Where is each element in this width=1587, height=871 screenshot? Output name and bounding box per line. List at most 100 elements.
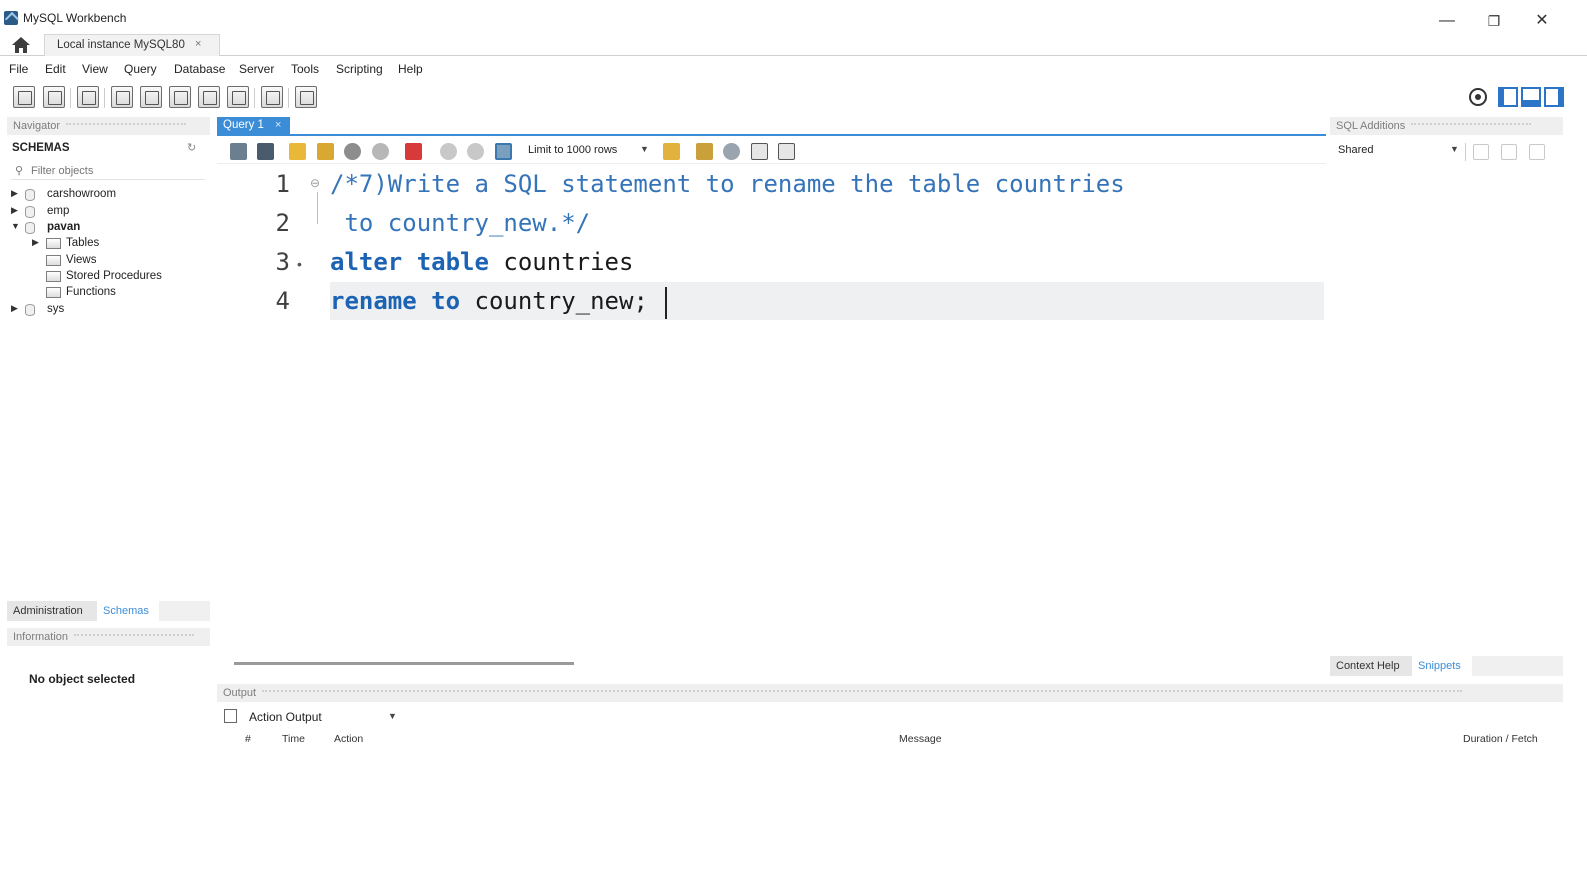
fold-guide <box>317 192 318 224</box>
refresh-icon[interactable]: ↻ <box>187 141 196 154</box>
explain-icon[interactable] <box>344 143 361 160</box>
copy-snippet-icon[interactable] <box>1529 144 1545 160</box>
save-icon[interactable] <box>257 143 274 160</box>
database-icon <box>25 222 35 234</box>
column-header-number[interactable]: # <box>245 733 251 745</box>
connection-tab[interactable]: Local instance MySQL80 × <box>44 34 220 56</box>
text-caret <box>665 287 667 319</box>
filter-box: ⚲ <box>11 162 205 180</box>
toggle-error-stop-icon[interactable] <box>405 143 422 160</box>
fold-marker-icon[interactable]: ⊖ <box>310 176 320 190</box>
tab-schemas[interactable]: Schemas <box>97 601 159 621</box>
schema-emp[interactable]: ▶ emp <box>11 204 201 220</box>
execute-all-icon[interactable] <box>289 143 306 160</box>
limit-rows-select[interactable]: Limit to 1000 rows <box>528 144 617 156</box>
expand-arrow-icon[interactable]: ▶ <box>32 237 39 248</box>
add-snippet-icon[interactable] <box>663 143 680 160</box>
toggle-secondary-sidebar-icon[interactable] <box>1544 87 1564 107</box>
tab-query-1[interactable]: Query 1 × <box>217 117 290 135</box>
column-header-duration[interactable]: Duration / Fetch <box>1463 733 1538 745</box>
menu-query[interactable]: Query <box>124 62 157 76</box>
schema-sys[interactable]: ▶ sys <box>11 302 201 318</box>
home-icon[interactable] <box>11 36 31 54</box>
expand-arrow-icon[interactable]: ▶ <box>11 205 18 216</box>
create-table-icon[interactable] <box>140 86 162 108</box>
toolbar-separator <box>70 88 71 108</box>
code-line-3[interactable]: alter table countries <box>330 248 633 276</box>
sql-editor[interactable] <box>217 165 1326 655</box>
copy-output-icon[interactable] <box>224 709 237 723</box>
expand-arrow-icon[interactable]: ▶ <box>11 303 18 314</box>
toggle-sidebar-icon[interactable] <box>1498 87 1518 107</box>
rollback-icon[interactable] <box>467 143 484 160</box>
restore-button[interactable]: ❐ <box>1479 8 1509 34</box>
commit-icon[interactable] <box>440 143 457 160</box>
open-file-icon[interactable] <box>230 143 247 160</box>
menu-tools[interactable]: Tools <box>291 62 319 76</box>
search-table-data-icon[interactable] <box>261 86 283 108</box>
sql-editor-toolbar: Limit to 1000 rows ▼ <box>217 138 1326 164</box>
menu-database[interactable]: Database <box>174 62 225 76</box>
mysql-workbench-logo-icon <box>4 11 18 25</box>
create-procedure-icon[interactable] <box>198 86 220 108</box>
create-view-icon[interactable] <box>169 86 191 108</box>
expand-arrow-icon[interactable]: ▶ <box>11 188 18 199</box>
schema-label: pavan <box>47 221 81 233</box>
menu-file[interactable]: File <box>9 62 28 76</box>
word-wrap-icon[interactable] <box>778 143 795 160</box>
toggle-output-icon[interactable] <box>1521 87 1541 107</box>
chevron-down-icon[interactable]: ▼ <box>640 144 649 154</box>
tree-item-tables[interactable]: ▶ Tables <box>11 236 201 252</box>
menu-help[interactable]: Help <box>398 62 423 76</box>
beautify-icon[interactable] <box>696 143 713 160</box>
code-line-2[interactable]: to country_new.*/ <box>330 209 590 237</box>
column-header-action[interactable]: Action <box>334 733 363 745</box>
tab-snippets[interactable]: Snippets <box>1412 656 1472 676</box>
tab-administration[interactable]: Administration <box>7 601 97 621</box>
tree-item-views[interactable]: Views <box>11 253 201 269</box>
reconnect-icon[interactable] <box>295 86 317 108</box>
autocommit-icon[interactable] <box>495 143 512 160</box>
stop-icon[interactable] <box>372 143 389 160</box>
schema-carshowroom[interactable]: ▶ carshowroom <box>11 187 201 203</box>
minimize-button[interactable]: — <box>1432 8 1462 34</box>
schema-pavan[interactable]: ▼ pavan <box>11 220 201 236</box>
execute-current-icon[interactable] <box>317 143 334 160</box>
tab-context-help[interactable]: Context Help <box>1330 656 1412 676</box>
open-sql-script-icon[interactable] <box>43 86 65 108</box>
find-icon[interactable] <box>723 143 740 160</box>
insert-snippet-icon[interactable] <box>1501 144 1517 160</box>
folder-icon <box>46 271 61 282</box>
chevron-down-icon[interactable]: ▼ <box>388 711 397 721</box>
create-function-icon[interactable] <box>227 86 249 108</box>
settings-gear-icon[interactable] <box>1468 87 1488 107</box>
code-line-4[interactable]: rename to country_new; <box>330 287 648 315</box>
invisible-chars-icon[interactable] <box>751 143 768 160</box>
navigator-header: Navigator <box>7 117 210 135</box>
horizontal-scrollbar[interactable] <box>234 662 574 665</box>
close-tab-icon[interactable]: × <box>275 119 281 131</box>
folder-icon <box>46 287 61 298</box>
code-line-1[interactable]: /*7)Write a SQL statement to rename the … <box>330 170 1125 198</box>
close-tab-icon[interactable]: × <box>195 38 201 50</box>
tree-item-functions[interactable]: Functions <box>11 285 201 301</box>
title-bar: MySQL Workbench — ❐ ✕ <box>0 0 1587 36</box>
create-schema-icon[interactable] <box>111 86 133 108</box>
menu-scripting[interactable]: Scripting <box>336 62 383 76</box>
output-type-select[interactable]: Action Output <box>249 710 322 724</box>
inspector-icon[interactable] <box>77 86 99 108</box>
tree-label: Views <box>66 254 97 266</box>
replace-snippet-icon[interactable] <box>1473 144 1489 160</box>
new-sql-tab-icon[interactable] <box>13 86 35 108</box>
column-header-time[interactable]: Time <box>282 733 305 745</box>
column-header-message[interactable]: Message <box>899 733 942 745</box>
collapse-arrow-icon[interactable]: ▼ <box>11 221 20 231</box>
filter-objects-input[interactable] <box>31 163 201 178</box>
menu-view[interactable]: View <box>82 62 108 76</box>
tree-item-stored-procedures[interactable]: Stored Procedures <box>11 269 201 285</box>
close-window-button[interactable]: ✕ <box>1527 8 1557 34</box>
menu-server[interactable]: Server <box>239 62 274 76</box>
snippets-category-select[interactable]: Shared <box>1338 144 1373 156</box>
menu-edit[interactable]: Edit <box>45 62 66 76</box>
chevron-down-icon[interactable]: ▼ <box>1450 144 1459 154</box>
